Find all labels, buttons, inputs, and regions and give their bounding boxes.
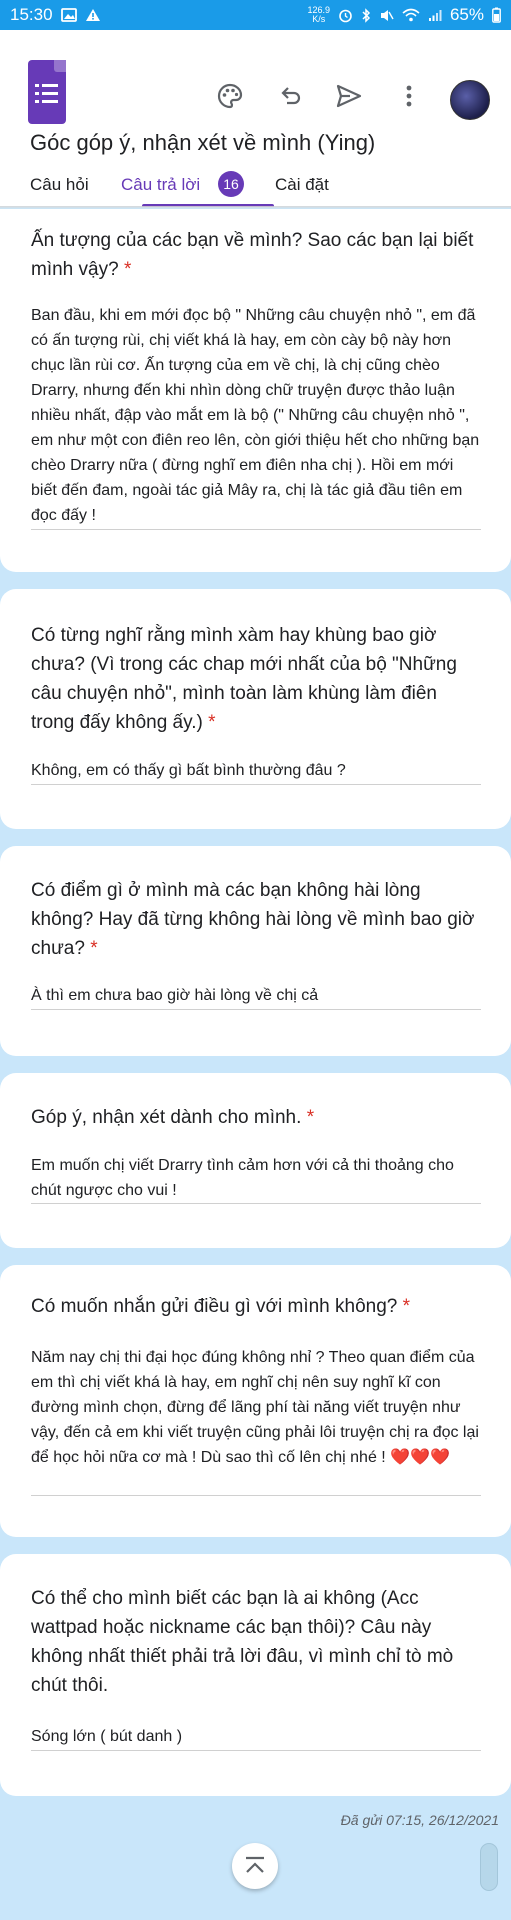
undo-icon[interactable] (274, 80, 306, 112)
response-card: Có muốn nhắn gửi điều gì với mình không?… (0, 1265, 511, 1537)
answer-text: Em muốn chị viết Drarry tình cảm hơn với… (31, 1157, 454, 1199)
response-card: Ấn tượng của các bạn về mình? Sao các bạ… (0, 209, 511, 572)
answer-underline (31, 1750, 481, 1751)
answer-text: Không, em có thấy gì bất bình thường đâu… (31, 762, 346, 779)
alarm-icon (339, 9, 352, 22)
response-card: Có điểm gì ở mình mà các bạn không hài l… (0, 846, 511, 1056)
mute-icon (380, 9, 394, 21)
palette-icon[interactable] (214, 80, 246, 112)
account-avatar[interactable] (450, 80, 490, 120)
tab-responses[interactable]: Câu trả lời (121, 175, 200, 195)
answer-underline (31, 1203, 481, 1204)
send-icon[interactable] (333, 80, 365, 112)
battery-icon (492, 7, 501, 23)
submitted-timestamp: Đã gửi 07:15, 26/12/2021 (340, 1812, 499, 1828)
question-text: Có điểm gì ở mình mà các bạn không hài l… (31, 880, 475, 959)
question-text: Có từng nghĩ rằng mình xàm hay khùng bao… (31, 625, 457, 733)
response-card: Có thể cho mình biết các bạn là ai không… (0, 1554, 511, 1796)
answer-text: Năm nay chị thi đại học đúng không nhỉ ?… (31, 1349, 479, 1466)
signal-icon (428, 10, 442, 21)
responses-count-badge: 16 (218, 171, 244, 197)
tab-settings[interactable]: Cài đặt (275, 175, 329, 195)
question-text: Có muốn nhắn gửi điều gì với mình không?… (31, 1296, 411, 1317)
tab-questions[interactable]: Câu hỏi (30, 175, 89, 195)
tab-bar: Câu hỏi Câu trả lời 16 Cài đặt (0, 171, 511, 207)
question-text: Ấn tượng của các bạn về mình? Sao các bạ… (31, 230, 474, 280)
google-forms-logo[interactable] (28, 60, 66, 124)
wifi-icon (402, 8, 420, 22)
response-card: Có từng nghĩ rằng mình xàm hay khùng bao… (0, 589, 511, 829)
question-text: Có thể cho mình biết các bạn là ai không… (31, 1588, 454, 1696)
scroll-to-top-button[interactable] (232, 1843, 278, 1889)
form-title: Góc góp ý, nhận xét về mình (Ying) (30, 130, 376, 155)
response-card: Góp ý, nhận xét dành cho mình. * Em muốn… (0, 1073, 511, 1248)
answer-text: Ban đầu, khi em mới đọc bộ " Những câu c… (31, 307, 480, 524)
answer-underline (31, 1009, 481, 1010)
answer-underline (31, 529, 481, 530)
answer-underline (31, 1495, 481, 1496)
answer-underline (31, 784, 481, 785)
question-text: Góp ý, nhận xét dành cho mình. * (31, 1107, 315, 1128)
status-time: 15:30 (10, 5, 53, 24)
scroll-to-top-icon (246, 1856, 264, 1873)
network-speed: 126.9 K/s (307, 5, 330, 24)
more-vert-icon[interactable] (393, 80, 425, 112)
status-bar: 15:30 126.9 K/s 65% (0, 0, 511, 30)
bluetooth-icon (362, 7, 371, 23)
battery-level: 65% (449, 5, 484, 24)
answer-text: Sóng lớn ( bút danh ) (31, 1728, 183, 1745)
scrollbar-thumb[interactable] (480, 1843, 498, 1891)
warning-icon (85, 9, 100, 21)
app-bar: Góc góp ý, nhận xét về mình (Ying) Câu h… (0, 30, 511, 207)
image-icon (60, 8, 77, 22)
answer-text: À thì em chưa bao giờ hài lòng về chị cả (31, 987, 319, 1004)
